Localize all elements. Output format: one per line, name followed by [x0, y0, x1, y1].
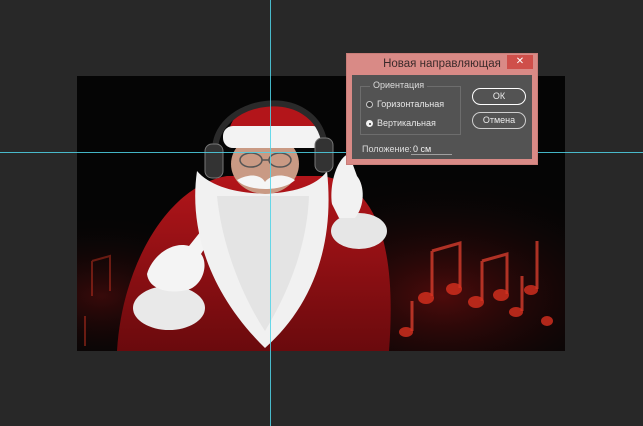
dialog-body: Ориентация Горизонтальная Вертикальная О… — [352, 75, 532, 159]
ok-button[interactable]: ОК — [472, 88, 526, 105]
position-label: Положение: — [362, 144, 413, 154]
radio-vertical-label: Вертикальная — [377, 118, 436, 128]
radio-horizontal[interactable]: Горизонтальная — [366, 99, 444, 110]
new-guide-dialog: Новая направляющая ✕ Ориентация Горизонт… — [346, 53, 538, 165]
cancel-button[interactable]: Отмена — [472, 112, 526, 129]
position-input[interactable] — [411, 143, 452, 155]
radio-vertical[interactable]: Вертикальная — [366, 118, 436, 129]
radio-checked-icon[interactable] — [366, 120, 373, 127]
radio-horizontal-label: Горизонтальная — [377, 99, 445, 109]
horizontal-guide-line[interactable] — [0, 152, 643, 153]
orientation-group-label: Ориентация — [370, 80, 428, 91]
workspace-canvas[interactable]: Новая направляющая ✕ Ориентация Горизонт… — [0, 0, 643, 426]
close-button[interactable]: ✕ — [507, 55, 533, 69]
close-icon: ✕ — [515, 56, 525, 67]
vertical-guide-line[interactable] — [270, 0, 271, 426]
radio-unchecked-icon[interactable] — [366, 101, 373, 108]
